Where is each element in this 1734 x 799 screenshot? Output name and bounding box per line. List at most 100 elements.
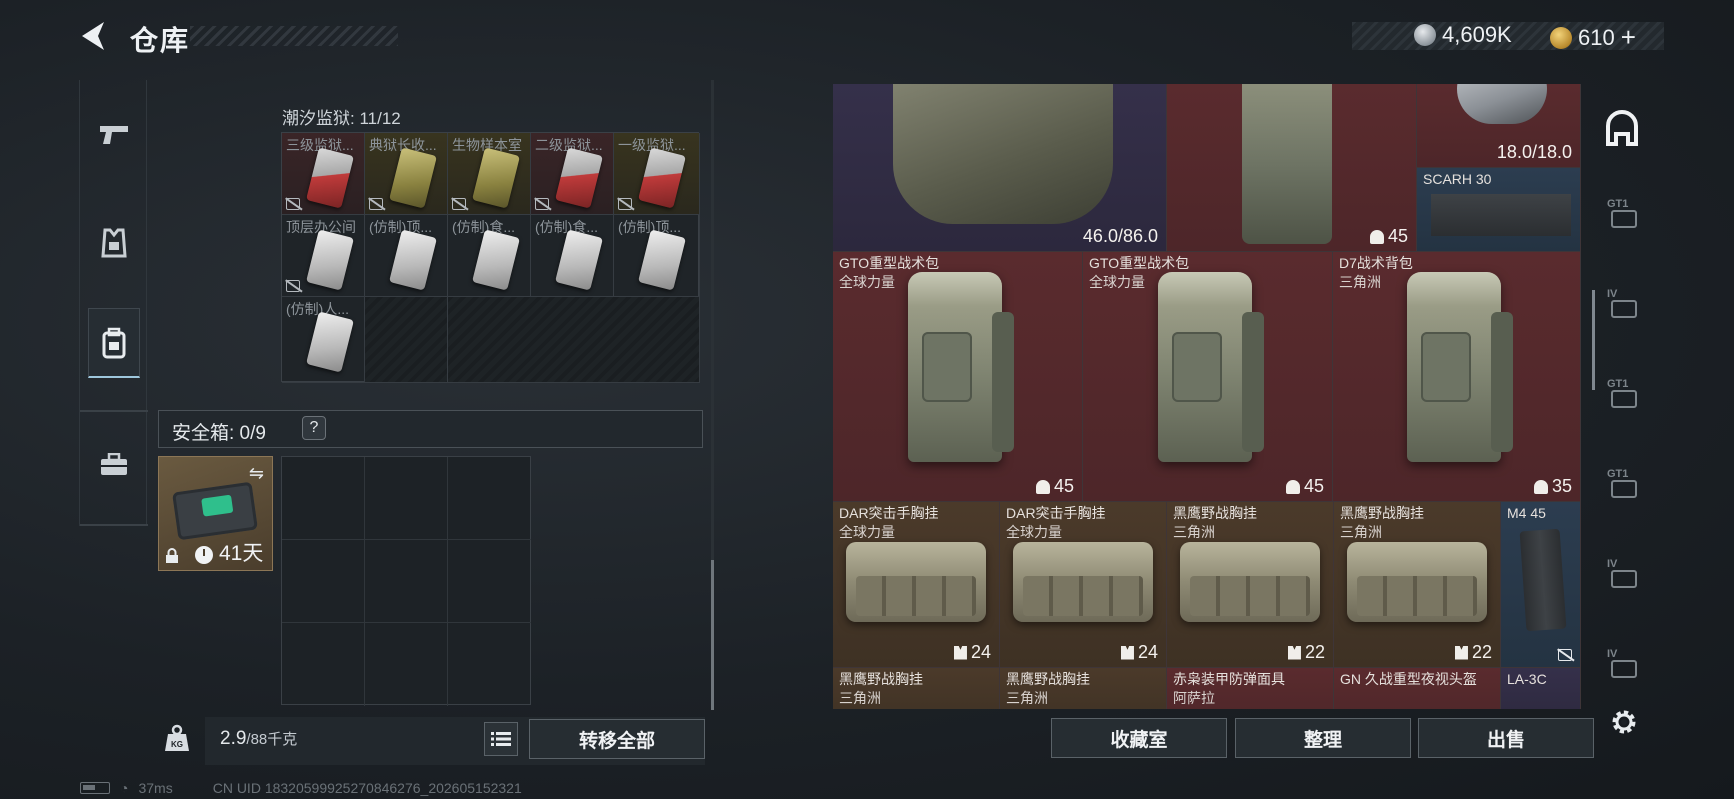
silver-coin-icon [1414, 24, 1436, 46]
item-name: 赤枭装甲防弹面具 [1173, 671, 1285, 687]
key-slot[interactable]: 生物样本室 [448, 133, 531, 215]
tab-armor[interactable] [88, 208, 140, 278]
prison-key-count: 潮汐监狱: 11/12 [282, 109, 401, 128]
chest-rig-item[interactable]: 黑鹰野战胸挂 三角洲 [833, 668, 1000, 709]
chest-rig-icon [1013, 542, 1153, 622]
mask-item[interactable]: 赤枭装甲防弹面具 阿萨拉 [1167, 668, 1334, 709]
tab-backpack[interactable] [88, 308, 140, 378]
item-name: 黑鹰野战胸挂 [1340, 505, 1424, 521]
stash-tab[interactable]: IV [1605, 558, 1645, 598]
weight-current: 2.9 [220, 728, 247, 749]
key-slot[interactable]: 三级监狱... [282, 133, 365, 215]
no-carry-icon [618, 198, 632, 210]
add-gold-button[interactable]: + [1621, 22, 1636, 53]
magazine-item[interactable]: SCARH 30 [1417, 168, 1581, 252]
tab-label: IV [1607, 648, 1618, 660]
sell-button[interactable]: 出售 [1418, 718, 1594, 758]
safe-slot[interactable] [448, 540, 531, 623]
safe-slot[interactable] [365, 540, 448, 623]
back-arrow-icon[interactable] [78, 20, 108, 52]
backpack-item[interactable]: 45 [1167, 84, 1417, 252]
chest-rig-item[interactable]: 黑鹰野战胸挂 三角洲 22 [1334, 502, 1501, 668]
lock-icon [166, 548, 178, 563]
stash-tab[interactable]: IV [1605, 288, 1645, 328]
chest-rig-item[interactable]: 黑鹰野战胸挂 三角洲 [1000, 668, 1167, 709]
item-name: 黑鹰野战胸挂 [1006, 671, 1090, 687]
key-slot[interactable]: (仿制)食... [531, 215, 614, 297]
clock-icon [195, 546, 213, 564]
safe-slot[interactable] [282, 457, 365, 540]
item-name: SCARH 30 [1423, 171, 1492, 187]
stash-tab[interactable]: GT1 [1605, 468, 1645, 508]
magazine-item[interactable]: M4 45 [1501, 502, 1581, 668]
backpack-item[interactable]: GTO重型战术包 全球力量 45 [833, 252, 1083, 502]
item-brand: 全球力量 [1089, 274, 1145, 290]
backpack-item[interactable]: GTO重型战术包 全球力量 45 [1083, 252, 1333, 502]
key-card-icon [472, 229, 520, 291]
capacity-value: 45 [1387, 226, 1408, 246]
key-slot[interactable]: 一级监狱... [614, 133, 700, 215]
svg-text:KG: KG [171, 740, 183, 749]
capacity-value: 24 [1137, 642, 1158, 662]
chest-rig-item[interactable]: 黑鹰野战胸挂 三角洲 22 [1167, 502, 1334, 668]
armor-item[interactable]: 46.0/86.0 [833, 84, 1167, 252]
item-name: D7战术背包 [1339, 255, 1413, 271]
tab-weapons[interactable] [88, 100, 140, 170]
collection-room-button[interactable]: 收藏室 [1051, 718, 1227, 758]
key-slot[interactable]: (仿制)人... [282, 297, 365, 383]
chest-rig-item[interactable]: DAR突击手胸挂 全球力量 24 [1000, 502, 1167, 668]
safe-slot[interactable] [365, 623, 448, 706]
list-view-button[interactable] [484, 722, 518, 756]
helmet-item[interactable]: GN 久战重型夜视头盔 [1334, 668, 1501, 709]
safe-slot[interactable] [282, 623, 365, 706]
no-carry-icon [369, 198, 383, 210]
tab-toolbox[interactable] [88, 430, 140, 500]
safe-slot[interactable] [365, 457, 448, 540]
safe-slot[interactable] [448, 623, 531, 706]
chest-rig-icon [1180, 542, 1320, 622]
title-decoration [190, 26, 398, 46]
key-slot[interactable]: (仿制)顶... [365, 215, 448, 297]
transfer-all-button[interactable]: 转移全部 [529, 719, 705, 759]
capacity-badge: 24 [953, 642, 991, 663]
backpack-icon [102, 327, 126, 358]
gear-icon[interactable] [1608, 706, 1640, 738]
backpack-item[interactable]: D7战术背包 三角洲 35 [1333, 252, 1581, 502]
item-slot[interactable]: LA-3C [1501, 668, 1581, 709]
sort-button[interactable]: 整理 [1235, 718, 1411, 758]
category-rail [79, 80, 148, 526]
key-slot[interactable]: 顶层办公间 [282, 215, 365, 297]
rail-bottom-line [80, 524, 148, 526]
help-button[interactable]: ? [302, 416, 326, 440]
swap-icon[interactable]: ⇋ [249, 463, 264, 484]
chest-rig-item[interactable]: DAR突击手胸挂 全球力量 24 [833, 502, 1000, 668]
key-slot[interactable]: 二级监狱... [531, 133, 614, 215]
stash-tab[interactable]: GT1 [1605, 198, 1645, 238]
key-slot[interactable]: (仿制)食... [448, 215, 531, 297]
key-grid: 三级监狱... 典狱长收... 生物样本室 二级监狱... 一级监狱... 顶层… [281, 132, 700, 383]
stash-tab[interactable]: GT1 [1605, 378, 1645, 418]
tab-label: GT1 [1607, 378, 1629, 390]
safe-slot[interactable] [448, 457, 531, 540]
safe-slot[interactable] [282, 540, 365, 623]
secure-case-item[interactable]: ⇋ 41天 [158, 456, 273, 571]
helmet-item[interactable]: 18.0/18.0 [1417, 84, 1581, 168]
page-title: 仓库 [130, 25, 191, 56]
item-brand: 全球力量 [839, 524, 895, 540]
left-scrollbar[interactable] [711, 560, 714, 710]
gold-coin-icon [1550, 26, 1572, 49]
folder-icon [1611, 660, 1637, 678]
key-slot[interactable]: (仿制)顶... [614, 215, 700, 297]
key-slot[interactable]: 典狱长收... [365, 133, 448, 215]
stash-grid: 46.0/86.0 45 18.0/18.0 SCARH 30 GTO重型战术包… [833, 84, 1581, 709]
backpack-icon [1157, 272, 1264, 462]
chest-rig-icon [846, 542, 986, 622]
gold-currency[interactable]: 610 + [1550, 22, 1636, 53]
stash-tab[interactable]: IV [1605, 648, 1645, 688]
backpack-icon [1406, 272, 1513, 462]
key-card-icon [306, 147, 354, 209]
gold-amount: 610 [1578, 24, 1615, 50]
silver-amount: 4,609K [1442, 22, 1512, 47]
capacity-value: 45 [1303, 476, 1324, 496]
tab-label: GT1 [1607, 468, 1629, 480]
